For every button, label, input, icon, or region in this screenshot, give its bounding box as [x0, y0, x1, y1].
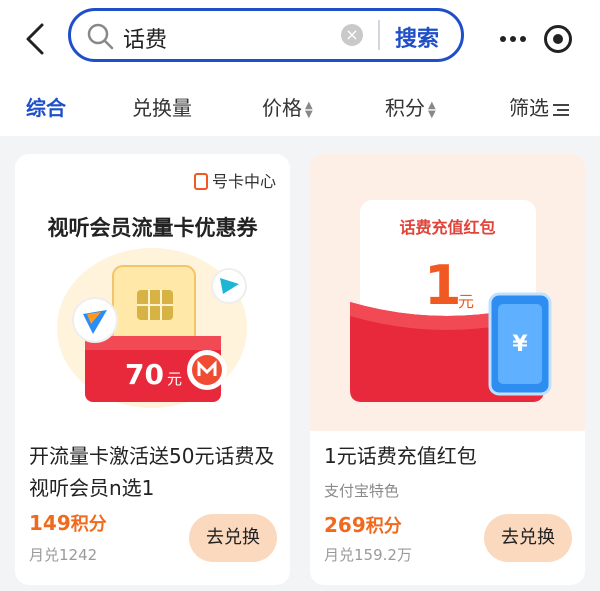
points-value: 149 — [29, 511, 71, 535]
tab-comprehensive[interactable]: 综合 — [26, 92, 66, 121]
tag-label: 号卡中心 — [211, 172, 276, 191]
search-divider — [378, 20, 380, 50]
sort-arrows-icon: ▲ ▼ — [305, 99, 313, 120]
banner-title: 话费充值红包 — [399, 218, 496, 237]
redeem-button[interactable]: 去兑换 — [484, 514, 572, 562]
points-unit: 积分 — [70, 514, 107, 535]
tab-label: 价格 — [262, 96, 302, 120]
product-title: 1元话费充值红包 — [324, 444, 477, 468]
product-subtitle: 支付宝特色 — [324, 482, 400, 500]
search-input[interactable]: 话费 — [123, 22, 167, 54]
more-icon[interactable] — [500, 36, 528, 44]
search-icon — [87, 23, 114, 50]
tab-redeem-count[interactable]: 兑换量 — [132, 92, 192, 121]
art-unit: 元 — [167, 370, 183, 388]
tab-price[interactable]: 价格 ▲ ▼ — [262, 92, 313, 121]
red-packet-illustration: ¥ 话费充值红包 1 元 — [310, 154, 585, 431]
filter-lines-icon — [553, 103, 569, 117]
tab-filter[interactable]: 筛选 — [509, 92, 569, 121]
svg-text:¥: ¥ — [512, 332, 528, 357]
clear-icon[interactable]: × — [341, 24, 363, 46]
top-bar: 话费 × 搜索 — [0, 0, 600, 78]
target-icon[interactable] — [544, 25, 572, 53]
search-button[interactable]: 搜索 — [395, 21, 439, 53]
product-card[interactable]: ¥ 话费充值红包 1 元 1元话费充值红包 支付宝特色 269积分 月兑159.… — [310, 154, 585, 585]
points-price: 269积分 — [324, 512, 402, 538]
sim-card-illustration: 70 元 — [15, 248, 290, 418]
redeem-button[interactable]: 去兑换 — [189, 514, 277, 562]
search-box[interactable]: 话费 × 搜索 — [68, 8, 464, 62]
tab-label: 筛选 — [509, 96, 549, 120]
sort-arrows-icon: ▲ ▼ — [428, 99, 436, 120]
coupon-heading: 视听会员流量卡优惠券 — [47, 216, 258, 240]
product-card[interactable]: 号卡中心 视听会员流量卡优惠券 70 元 开流量卡激活送50元话费及视听会员n选… — [15, 154, 290, 585]
monthly-redeemed: 月兑1242 — [29, 546, 98, 564]
points-price: 149积分 — [29, 510, 107, 536]
art-unit: 元 — [458, 292, 475, 311]
sim-card-icon — [193, 173, 208, 190]
points-value: 269 — [324, 513, 366, 537]
filter-bar: 综合 兑换量 价格 ▲ ▼ 积分 ▲ ▼ 筛选 — [0, 78, 600, 136]
product-title: 开流量卡激活送50元话费及视听会员n选1 — [29, 444, 275, 500]
monthly-redeemed: 月兑159.2万 — [324, 546, 412, 564]
points-unit: 积分 — [365, 516, 402, 537]
back-arrow-icon[interactable] — [22, 22, 50, 56]
art-amount: 1 — [424, 254, 462, 317]
tab-points[interactable]: 积分 ▲ ▼ — [385, 92, 436, 121]
art-amount: 70 — [125, 358, 164, 391]
channel-tag: 号卡中心 — [193, 168, 276, 192]
tab-label: 兑换量 — [132, 96, 192, 120]
tab-label: 综合 — [26, 96, 66, 120]
tab-label: 积分 — [385, 96, 425, 120]
